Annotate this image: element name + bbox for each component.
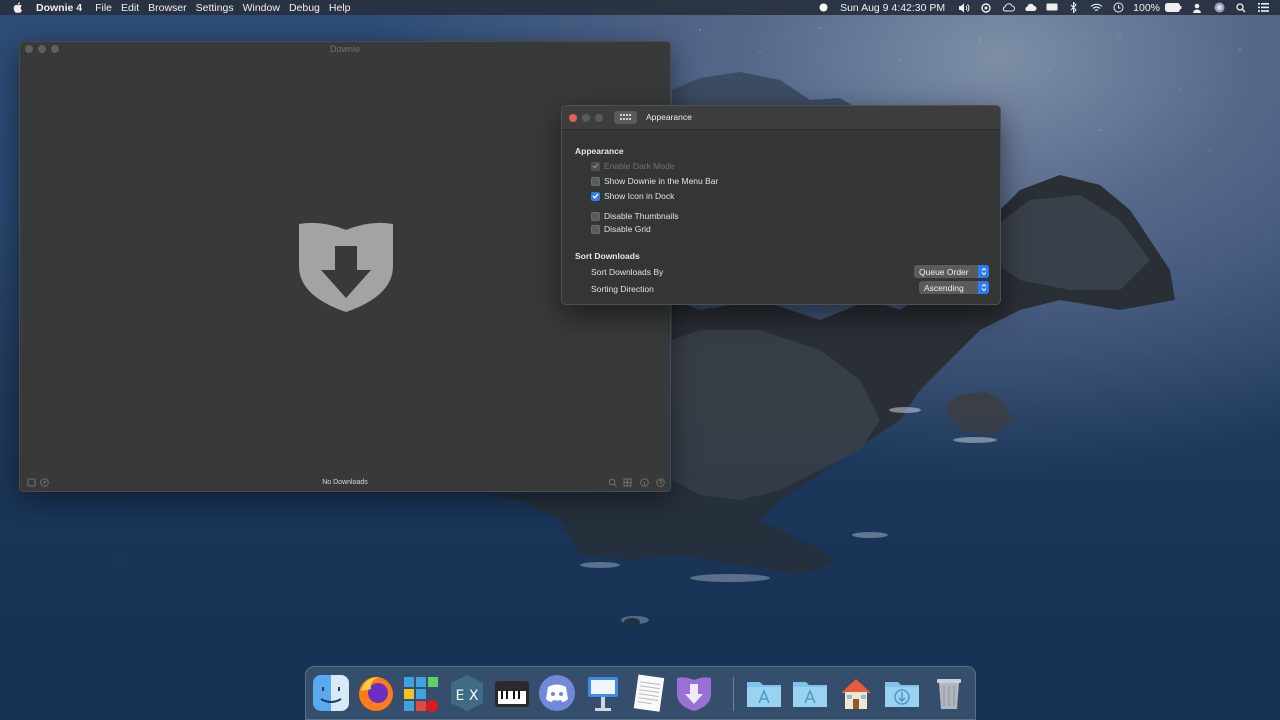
grid-view-icon[interactable]	[622, 477, 632, 487]
discord-icon[interactable]	[537, 673, 577, 713]
cloud-upload-icon[interactable]	[1023, 2, 1037, 13]
menu-browser[interactable]: Browser	[148, 2, 196, 14]
menubar-clock[interactable]: Sun Aug 9 4:42:30 PM	[840, 2, 945, 14]
keynote-icon[interactable]	[583, 673, 623, 713]
user-icon[interactable]	[1190, 2, 1204, 13]
main-window-title: Downie	[329, 44, 360, 54]
prefs-zoom-button[interactable]	[595, 114, 603, 122]
show-icon-in-dock-label: Show Icon in Dock	[604, 191, 675, 201]
bluetooth-icon[interactable]	[1067, 2, 1081, 13]
applications-folder-icon[interactable]	[744, 673, 784, 713]
popup-arrows-icon	[978, 265, 989, 278]
prefs-minimize-button[interactable]	[582, 114, 590, 122]
dock-separator	[733, 677, 734, 711]
applications-folder-icon[interactable]	[790, 673, 830, 713]
volume-icon[interactable]	[957, 2, 971, 13]
show-all-prefs-button[interactable]	[614, 111, 637, 124]
prefs-window-title: Appearance	[646, 112, 692, 122]
cloud-icon[interactable]	[1001, 2, 1015, 13]
enable-dark-mode-label: Enable Dark Mode	[604, 161, 675, 171]
menu-bar: Downie 4 File Edit Browser Settings Wind…	[0, 0, 1280, 15]
appearance-section-title: Appearance	[575, 146, 624, 156]
checkmark-icon	[591, 161, 600, 171]
main-window-bottom-bar: No Downloads	[20, 473, 670, 491]
downloads-status: No Downloads	[322, 478, 368, 486]
notification-center-icon[interactable]	[1256, 2, 1270, 13]
search-icon[interactable]	[607, 477, 617, 487]
menu-file[interactable]: File	[95, 2, 121, 14]
piano-app-icon[interactable]	[492, 673, 532, 713]
svg-text:E X: E X	[456, 688, 479, 704]
battery-percentage: 100%	[1133, 1, 1160, 14]
menu-edit[interactable]: Edit	[121, 2, 148, 14]
finder-icon[interactable]	[311, 673, 351, 713]
prefs-titlebar[interactable]: Appearance	[562, 106, 1000, 130]
battery-icon[interactable]	[1164, 2, 1182, 13]
sorting-direction-label: Sorting Direction	[591, 284, 654, 294]
apple-menu-icon[interactable]	[13, 2, 27, 13]
popup-arrows-icon	[978, 281, 989, 294]
disable-grid-label: Disable Grid	[604, 224, 651, 234]
sorting-direction-popup[interactable]: Ascending	[919, 281, 989, 294]
checkmark-icon[interactable]	[591, 191, 600, 201]
menu-window[interactable]: Window	[243, 2, 289, 14]
menu-app-name[interactable]: Downie 4	[36, 2, 91, 14]
firefox-icon[interactable]	[356, 673, 396, 713]
show-in-menu-bar-label: Show Downie in the Menu Bar	[604, 176, 719, 186]
checkbox-unchecked[interactable]	[591, 211, 600, 221]
main-window-titlebar[interactable]: Downie	[20, 42, 670, 57]
sort-by-label: Sort Downloads By	[591, 267, 664, 277]
disable-grid-checkbox[interactable]: Disable Grid	[591, 224, 651, 234]
grid-app-icon[interactable]	[401, 673, 441, 713]
record-icon[interactable]	[816, 2, 830, 13]
dock: E X	[305, 666, 976, 720]
checkbox-unchecked[interactable]	[591, 224, 600, 234]
wifi-icon[interactable]	[1089, 2, 1103, 13]
screen-mirror-icon[interactable]	[1045, 2, 1059, 13]
disable-thumbnails-label: Disable Thumbnails	[604, 211, 679, 221]
info-icon[interactable]	[639, 477, 649, 487]
sort-downloads-section-title: Sort Downloads	[575, 251, 640, 261]
sort-by-value: Queue Order	[919, 266, 969, 277]
menu-debug[interactable]: Debug	[289, 2, 329, 14]
siri-icon[interactable]	[1212, 2, 1226, 13]
downloads-folder-icon[interactable]	[882, 673, 922, 713]
show-in-menu-bar-checkbox[interactable]: Show Downie in the Menu Bar	[591, 176, 718, 186]
downie-logo-icon	[297, 220, 395, 315]
prefs-close-button[interactable]	[569, 114, 577, 122]
enable-dark-mode-checkbox: Enable Dark Mode	[591, 161, 674, 171]
trash-icon[interactable]	[929, 673, 969, 713]
textedit-icon[interactable]	[628, 673, 668, 713]
downie-icon[interactable]	[674, 673, 714, 713]
checkbox-unchecked[interactable]	[591, 176, 600, 186]
menu-help[interactable]: Help	[329, 2, 360, 14]
disable-thumbnails-checkbox[interactable]: Disable Thumbnails	[591, 211, 679, 221]
grid-icon	[620, 114, 631, 120]
menu-settings[interactable]: Settings	[196, 2, 243, 14]
sorting-direction-value: Ascending	[924, 282, 964, 293]
exchange-app-icon[interactable]: E X	[447, 673, 487, 713]
help-icon[interactable]	[655, 477, 665, 487]
home-folder-icon[interactable]	[836, 673, 876, 713]
appearance-preferences-window[interactable]: Appearance Appearance Enable Dark Mode S…	[561, 105, 1001, 305]
show-icon-in-dock-checkbox[interactable]: Show Icon in Dock	[591, 191, 674, 201]
spotlight-icon[interactable]	[1234, 2, 1248, 13]
circle-status-icon[interactable]	[979, 2, 993, 13]
time-machine-icon[interactable]	[1111, 2, 1125, 13]
sort-by-popup[interactable]: Queue Order	[914, 265, 989, 278]
